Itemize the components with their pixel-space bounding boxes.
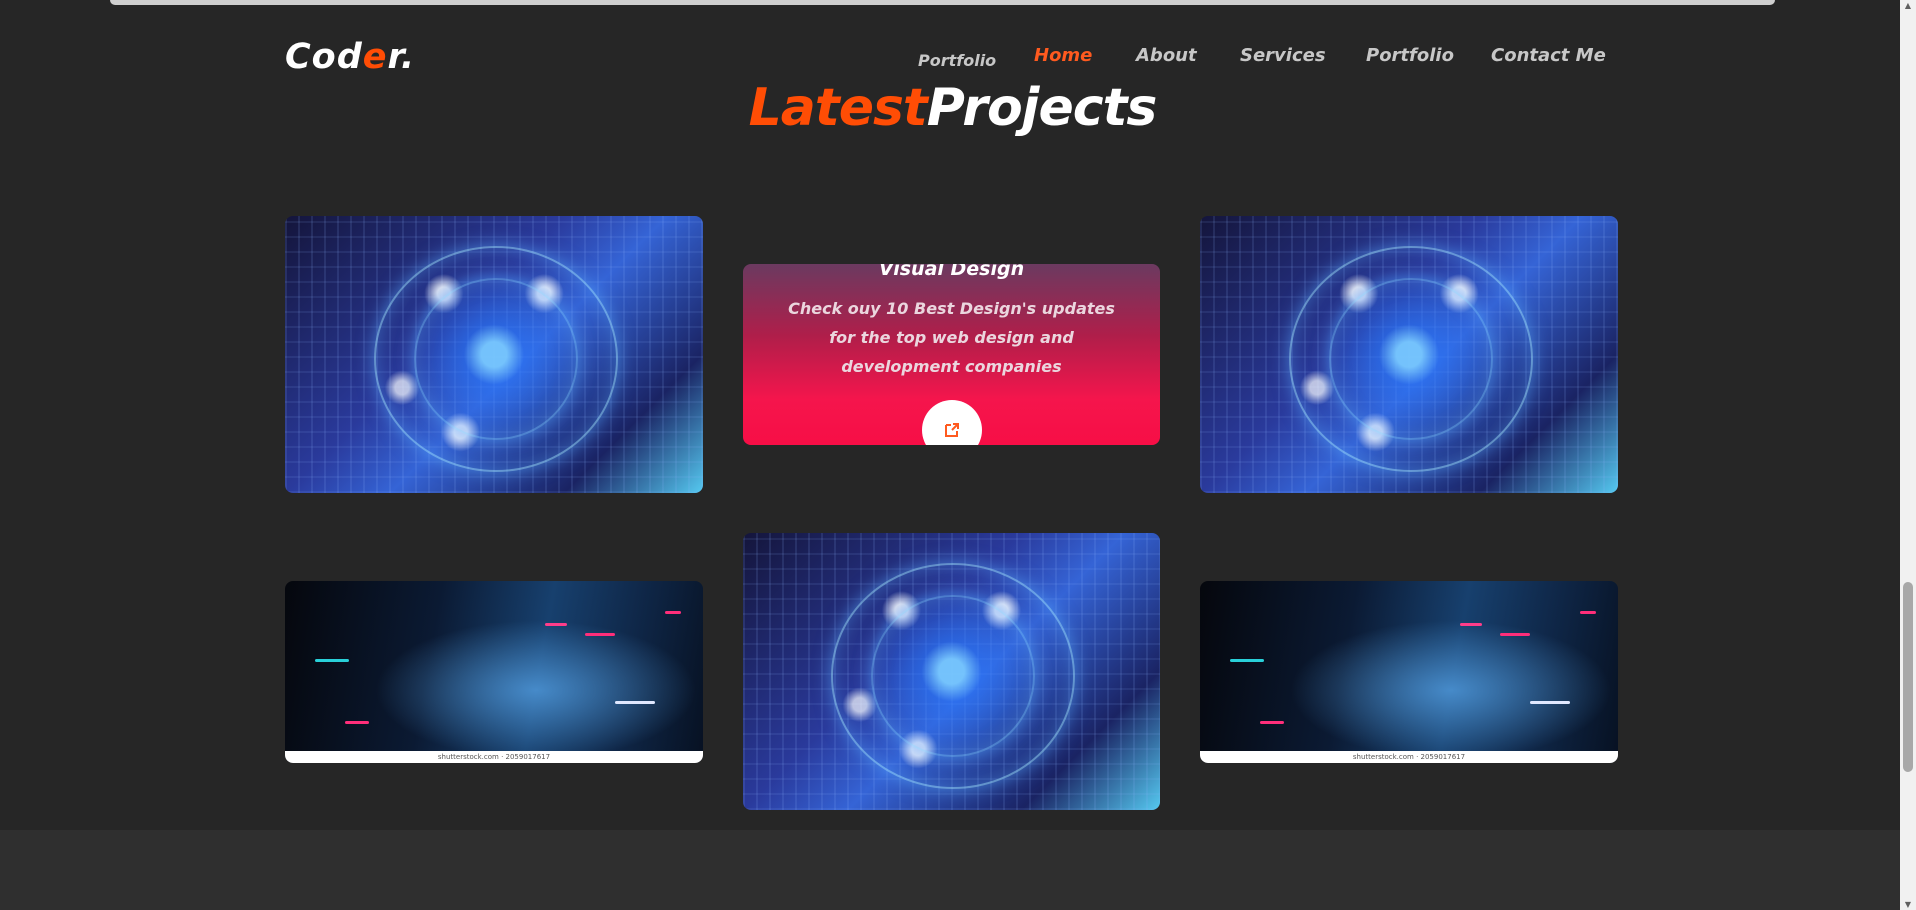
- nav-services[interactable]: Services: [1240, 45, 1326, 66]
- scrollbar-thumb[interactable]: [1903, 582, 1913, 772]
- footer: [0, 830, 1900, 910]
- project-card-ai-1[interactable]: [285, 216, 703, 493]
- image-caption: shutterstock.com · 2059017617: [1200, 751, 1618, 763]
- project-card-ai-2[interactable]: [1200, 216, 1618, 493]
- project-card-ai-3[interactable]: [743, 533, 1160, 810]
- card-description: Check ouy 10 Best Design's updates for t…: [788, 299, 1115, 376]
- image-caption: shutterstock.com · 2059017617: [285, 751, 703, 763]
- nav-portfolio-extra[interactable]: Portfolio: [918, 51, 996, 70]
- site-logo[interactable]: Coder.: [285, 37, 415, 77]
- nav-home[interactable]: Home: [1034, 45, 1092, 66]
- scroll-up-icon[interactable]: ▲: [1903, 1, 1913, 10]
- nav-contact[interactable]: Contact Me: [1491, 45, 1606, 66]
- scroll-down-icon[interactable]: ▼: [1903, 900, 1913, 909]
- section-heading: LatestProjects: [748, 78, 1158, 138]
- external-link-icon: [945, 423, 959, 437]
- nav-about[interactable]: About: [1136, 45, 1197, 66]
- browser-top-strip: [110, 0, 1775, 5]
- project-card-visual-design[interactable]: Visual Design Check ouy 10 Best Design's…: [743, 264, 1160, 445]
- nav-portfolio[interactable]: Portfolio: [1366, 45, 1454, 66]
- project-card-coding-2[interactable]: shutterstock.com · 2059017617: [1200, 581, 1618, 763]
- open-project-button[interactable]: [922, 400, 982, 445]
- card-title: Visual Design: [878, 264, 1025, 280]
- page-scrollbar[interactable]: ▲ ▼: [1900, 0, 1916, 910]
- project-card-coding-1[interactable]: shutterstock.com · 2059017617: [285, 581, 703, 763]
